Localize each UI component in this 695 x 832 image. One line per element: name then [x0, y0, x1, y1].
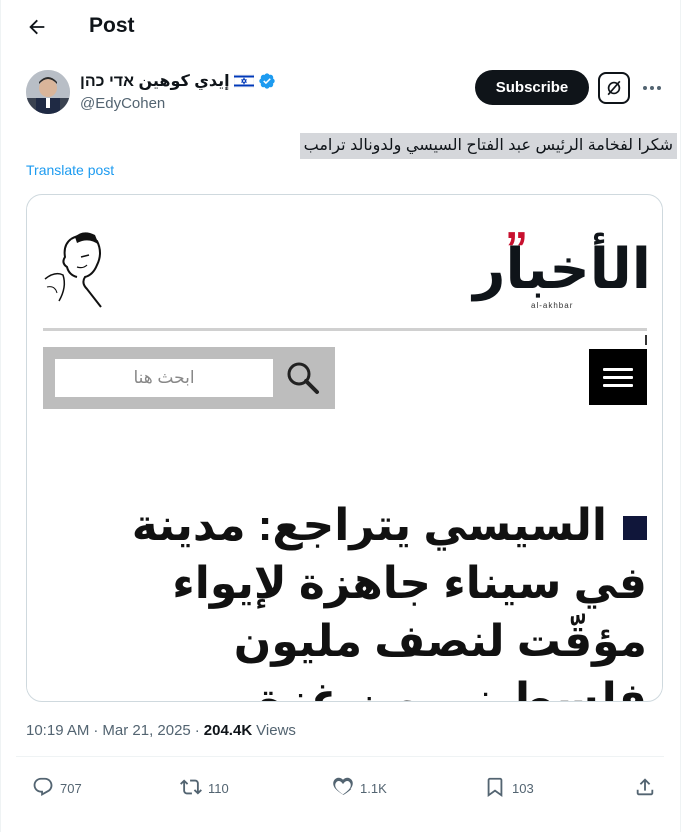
- post-header: Post: [0, 0, 681, 54]
- page-title: Post: [89, 14, 135, 37]
- brand-name: الأخبار: [473, 237, 652, 300]
- reply-icon: [32, 776, 54, 801]
- share-icon: [634, 776, 656, 801]
- author-name[interactable]: إيدي كوهين אדי כהן: [80, 71, 230, 91]
- media-image[interactable]: ” الأخبار al-akhbar ابحث هنا السيسي يترا…: [26, 194, 663, 702]
- author-handle[interactable]: @EdyCohen: [80, 95, 165, 112]
- share-button[interactable]: [634, 776, 656, 801]
- tweet-text-container: شكرا لفخامة الرئيس عبد الفتاح السيسي ولد…: [299, 133, 677, 159]
- reply-button[interactable]: 707: [32, 776, 82, 801]
- bookmark-count: 103: [512, 781, 534, 796]
- meta-separator: ·: [194, 722, 200, 739]
- israel-flag-icon: [233, 73, 254, 89]
- more-options-icon[interactable]: [640, 78, 664, 98]
- back-arrow-icon[interactable]: [20, 12, 54, 42]
- reply-count: 707: [60, 781, 82, 796]
- repost-button[interactable]: 110: [180, 776, 229, 801]
- actions-divider: [16, 756, 664, 757]
- search-icon: [283, 360, 323, 396]
- repost-icon: [180, 776, 202, 801]
- post-date[interactable]: Mar 21, 2025: [102, 722, 190, 739]
- news-screenshot: ” الأخبار al-akhbar ابحث هنا السيسي يترا…: [27, 207, 662, 701]
- like-button[interactable]: 1.1K: [332, 776, 387, 801]
- views-count: 204.4K: [203, 722, 253, 739]
- search-box: ابحث هنا: [43, 347, 335, 409]
- avatar[interactable]: [26, 70, 70, 114]
- post-time[interactable]: 10:19 AM: [26, 722, 89, 739]
- meta-separator: ·: [93, 722, 99, 739]
- action-bar: 707 110 1.1K 103: [26, 772, 666, 804]
- rule-tick: [645, 335, 647, 345]
- left-border: [0, 0, 1, 832]
- news-headline: السيسي يتراجع: مدينة في سيناء جاهزة لإيو…: [47, 497, 647, 702]
- repost-count: 110: [208, 781, 229, 796]
- like-count: 1.1K: [360, 781, 387, 796]
- portrait-sketch-icon: [41, 227, 111, 309]
- bookmark-icon: [484, 776, 506, 801]
- al-akhbar-logo: ” الأخبار al-akhbar: [431, 225, 652, 327]
- tweet-text: شكرا لفخامة الرئيس عبد الفتاح السيسي ولد…: [299, 133, 677, 159]
- search-field: ابحث هنا: [55, 359, 273, 397]
- verified-badge-icon[interactable]: [258, 72, 276, 90]
- grok-icon[interactable]: [598, 72, 630, 104]
- hamburger-menu-icon: [589, 349, 647, 405]
- views-label: Views: [256, 722, 296, 739]
- post-meta: 10:19 AM · Mar 21, 2025 · 204.4K Views: [26, 722, 296, 739]
- translate-post-link[interactable]: Translate post: [26, 162, 114, 178]
- subscribe-button[interactable]: Subscribe: [475, 70, 589, 105]
- heart-icon: [332, 776, 354, 801]
- bookmark-button[interactable]: 103: [484, 776, 534, 801]
- author-name-row: إيدي كوهين אדי כהן: [80, 71, 276, 91]
- brand-subtitle: al-akhbar: [531, 301, 574, 310]
- headline-text: السيسي يتراجع: مدينة في سيناء جاهزة لإيو…: [131, 501, 647, 702]
- square-bullet-icon: [623, 516, 647, 541]
- header-rule: [43, 328, 647, 331]
- right-border: [680, 0, 681, 832]
